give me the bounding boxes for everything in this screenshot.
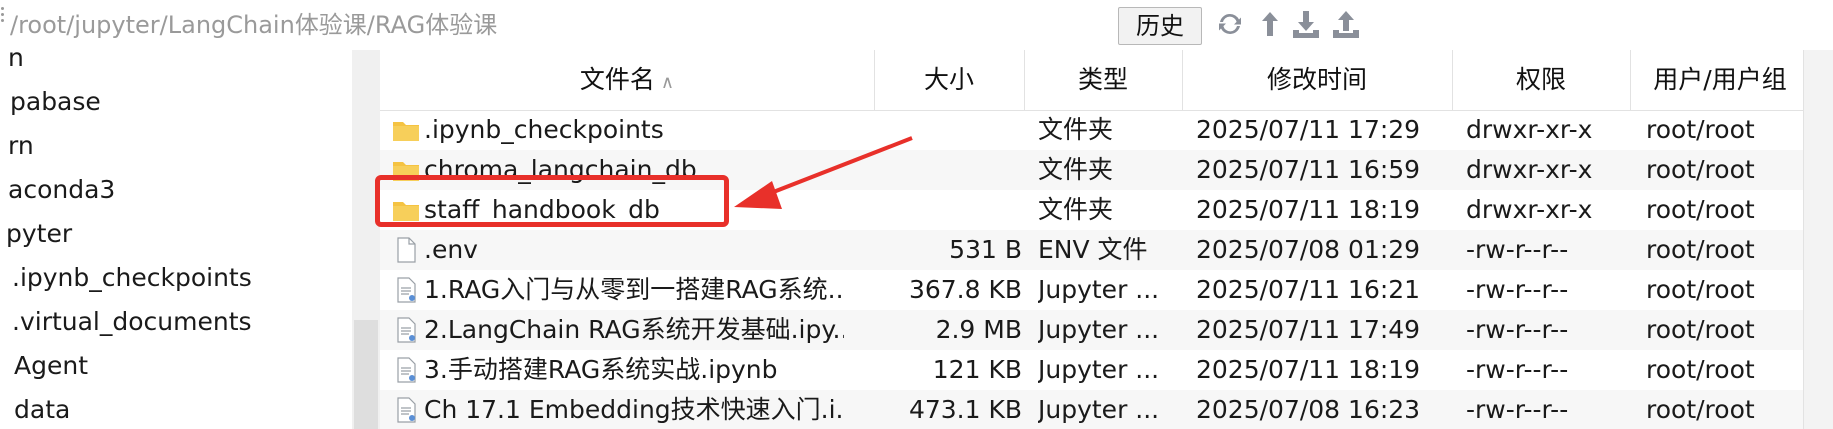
file-owner: root/root [1646, 195, 1755, 224]
directory-tree: n pabase rn aconda3 pyter .ipynb_checkpo… [0, 50, 352, 429]
tree-item[interactable]: pabase [10, 82, 101, 122]
highlight-box [375, 175, 729, 227]
tree-item[interactable]: rn [8, 126, 34, 166]
file-size [874, 110, 1022, 150]
file-modified: 2025/07/11 16:21 [1196, 275, 1421, 304]
table-row[interactable]: .env 531 B ENV 文件 2025/07/08 01:29 -rw-r… [380, 230, 1833, 270]
file-name: 1.RAG入门与从零到一搭建RAG系统... [424, 275, 844, 304]
path-toolbar: 历史 [0, 0, 1833, 51]
file-name: 2.LangChain RAG系统开发基础.ipy... [424, 315, 844, 344]
notebook-icon [397, 277, 416, 303]
sidebar-scroll-thumb[interactable] [354, 320, 378, 429]
folder-icon [393, 122, 419, 141]
refresh-icon[interactable] [1214, 8, 1246, 40]
column-header-modified[interactable]: 修改时间 [1182, 50, 1453, 110]
notebook-icon [397, 317, 416, 343]
table-row[interactable]: 1.RAG入门与从零到一搭建RAG系统... 367.8 KB Jupyter … [380, 270, 1833, 310]
file-type: Jupyter ... [1038, 395, 1158, 424]
sort-ascending-icon: ∧ [660, 72, 675, 93]
upload-arrow-icon[interactable] [1254, 8, 1286, 40]
file-name: Ch 17.1 Embedding技术快速入门.i... [424, 395, 844, 424]
file-owner: root/root [1646, 155, 1755, 184]
tree-item[interactable]: data [14, 390, 70, 429]
upload-tray-icon[interactable] [1330, 8, 1362, 40]
file-owner: root/root [1646, 235, 1755, 264]
file-size: 473.1 KB [908, 395, 1022, 424]
notebook-icon [397, 397, 416, 423]
drag-grip-icon[interactable] [0, 4, 6, 32]
file-permissions: -rw-r--r-- [1466, 315, 1569, 344]
table-row[interactable]: 3.手动搭建RAG系统实战.ipynb 121 KB Jupyter ... 2… [380, 350, 1833, 390]
file-type: 文件夹 [1038, 155, 1114, 184]
column-header-owner[interactable]: 用户/用户组 [1630, 50, 1811, 110]
tree-item[interactable]: n [8, 50, 24, 78]
table-row[interactable]: 2.LangChain RAG系统开发基础.ipy... 2.9 MB Jupy… [380, 310, 1833, 350]
file-size [874, 190, 1022, 230]
file-size: 531 B [949, 235, 1022, 264]
file-modified: 2025/07/08 01:29 [1196, 235, 1421, 264]
file-permissions: drwxr-xr-x [1466, 115, 1593, 144]
file-size: 367.8 KB [908, 275, 1022, 304]
sidebar-scrollbar[interactable] [352, 50, 380, 429]
column-header-size[interactable]: 大小 [874, 50, 1025, 110]
file-icon [397, 237, 416, 263]
file-modified: 2025/07/11 18:19 [1196, 355, 1421, 384]
file-owner: root/root [1646, 395, 1755, 424]
file-modified: 2025/07/11 17:49 [1196, 315, 1421, 344]
table-header: 文件名 ∧ 大小 类型 修改时间 权限 用户/用户组 [380, 50, 1833, 111]
file-permissions: drwxr-xr-x [1466, 155, 1593, 184]
file-permissions: -rw-r--r-- [1466, 275, 1569, 304]
file-owner: root/root [1646, 275, 1755, 304]
download-tray-icon[interactable] [1290, 8, 1322, 40]
file-permissions: -rw-r--r-- [1466, 235, 1569, 264]
tree-item[interactable]: aconda3 [8, 170, 115, 210]
column-header-permissions[interactable]: 权限 [1452, 50, 1631, 110]
file-name: .env [424, 235, 478, 264]
file-owner: root/root [1646, 115, 1755, 144]
file-modified: 2025/07/11 17:29 [1196, 115, 1421, 144]
tree-item[interactable]: Agent [14, 346, 88, 386]
file-name: .ipynb_checkpoints [424, 115, 664, 144]
column-name-label: 文件名 [579, 65, 655, 94]
file-type: Jupyter ... [1038, 315, 1158, 344]
file-type: Jupyter ... [1038, 275, 1158, 304]
file-permissions: drwxr-xr-x [1466, 195, 1593, 224]
table-row[interactable]: .ipynb_checkpoints 文件夹 2025/07/11 17:29 … [380, 110, 1833, 150]
file-type: 文件夹 [1038, 115, 1114, 144]
file-permissions: -rw-r--r-- [1466, 355, 1569, 384]
column-header-name[interactable]: 文件名 ∧ [380, 50, 875, 110]
path-input[interactable] [8, 6, 1112, 44]
file-size: 121 KB [932, 355, 1022, 384]
history-button[interactable]: 历史 [1118, 7, 1202, 45]
tree-item[interactable]: .ipynb_checkpoints [12, 258, 252, 298]
file-list-scrollbar[interactable] [1803, 50, 1833, 429]
file-permissions: -rw-r--r-- [1466, 395, 1569, 424]
file-modified: 2025/07/11 16:59 [1196, 155, 1421, 184]
table-row[interactable]: Ch 17.1 Embedding技术快速入门.i... 473.1 KB Ju… [380, 390, 1833, 429]
file-owner: root/root [1646, 315, 1755, 344]
file-name: 3.手动搭建RAG系统实战.ipynb [424, 355, 778, 384]
tree-item[interactable]: .virtual_documents [12, 302, 252, 342]
file-type: 文件夹 [1038, 195, 1114, 224]
tree-item[interactable]: pyter [6, 214, 72, 254]
column-header-type[interactable]: 类型 [1024, 50, 1183, 110]
file-type: Jupyter ... [1038, 355, 1158, 384]
file-modified: 2025/07/08 16:23 [1196, 395, 1421, 424]
notebook-icon [397, 357, 416, 383]
file-owner: root/root [1646, 355, 1755, 384]
file-type: ENV 文件 [1038, 235, 1148, 264]
file-table: 文件名 ∧ 大小 类型 修改时间 权限 用户/用户组 .ipynb_checkpo… [380, 50, 1833, 429]
file-size [874, 150, 1022, 190]
file-modified: 2025/07/11 18:19 [1196, 195, 1421, 224]
file-size: 2.9 MB [935, 315, 1022, 344]
